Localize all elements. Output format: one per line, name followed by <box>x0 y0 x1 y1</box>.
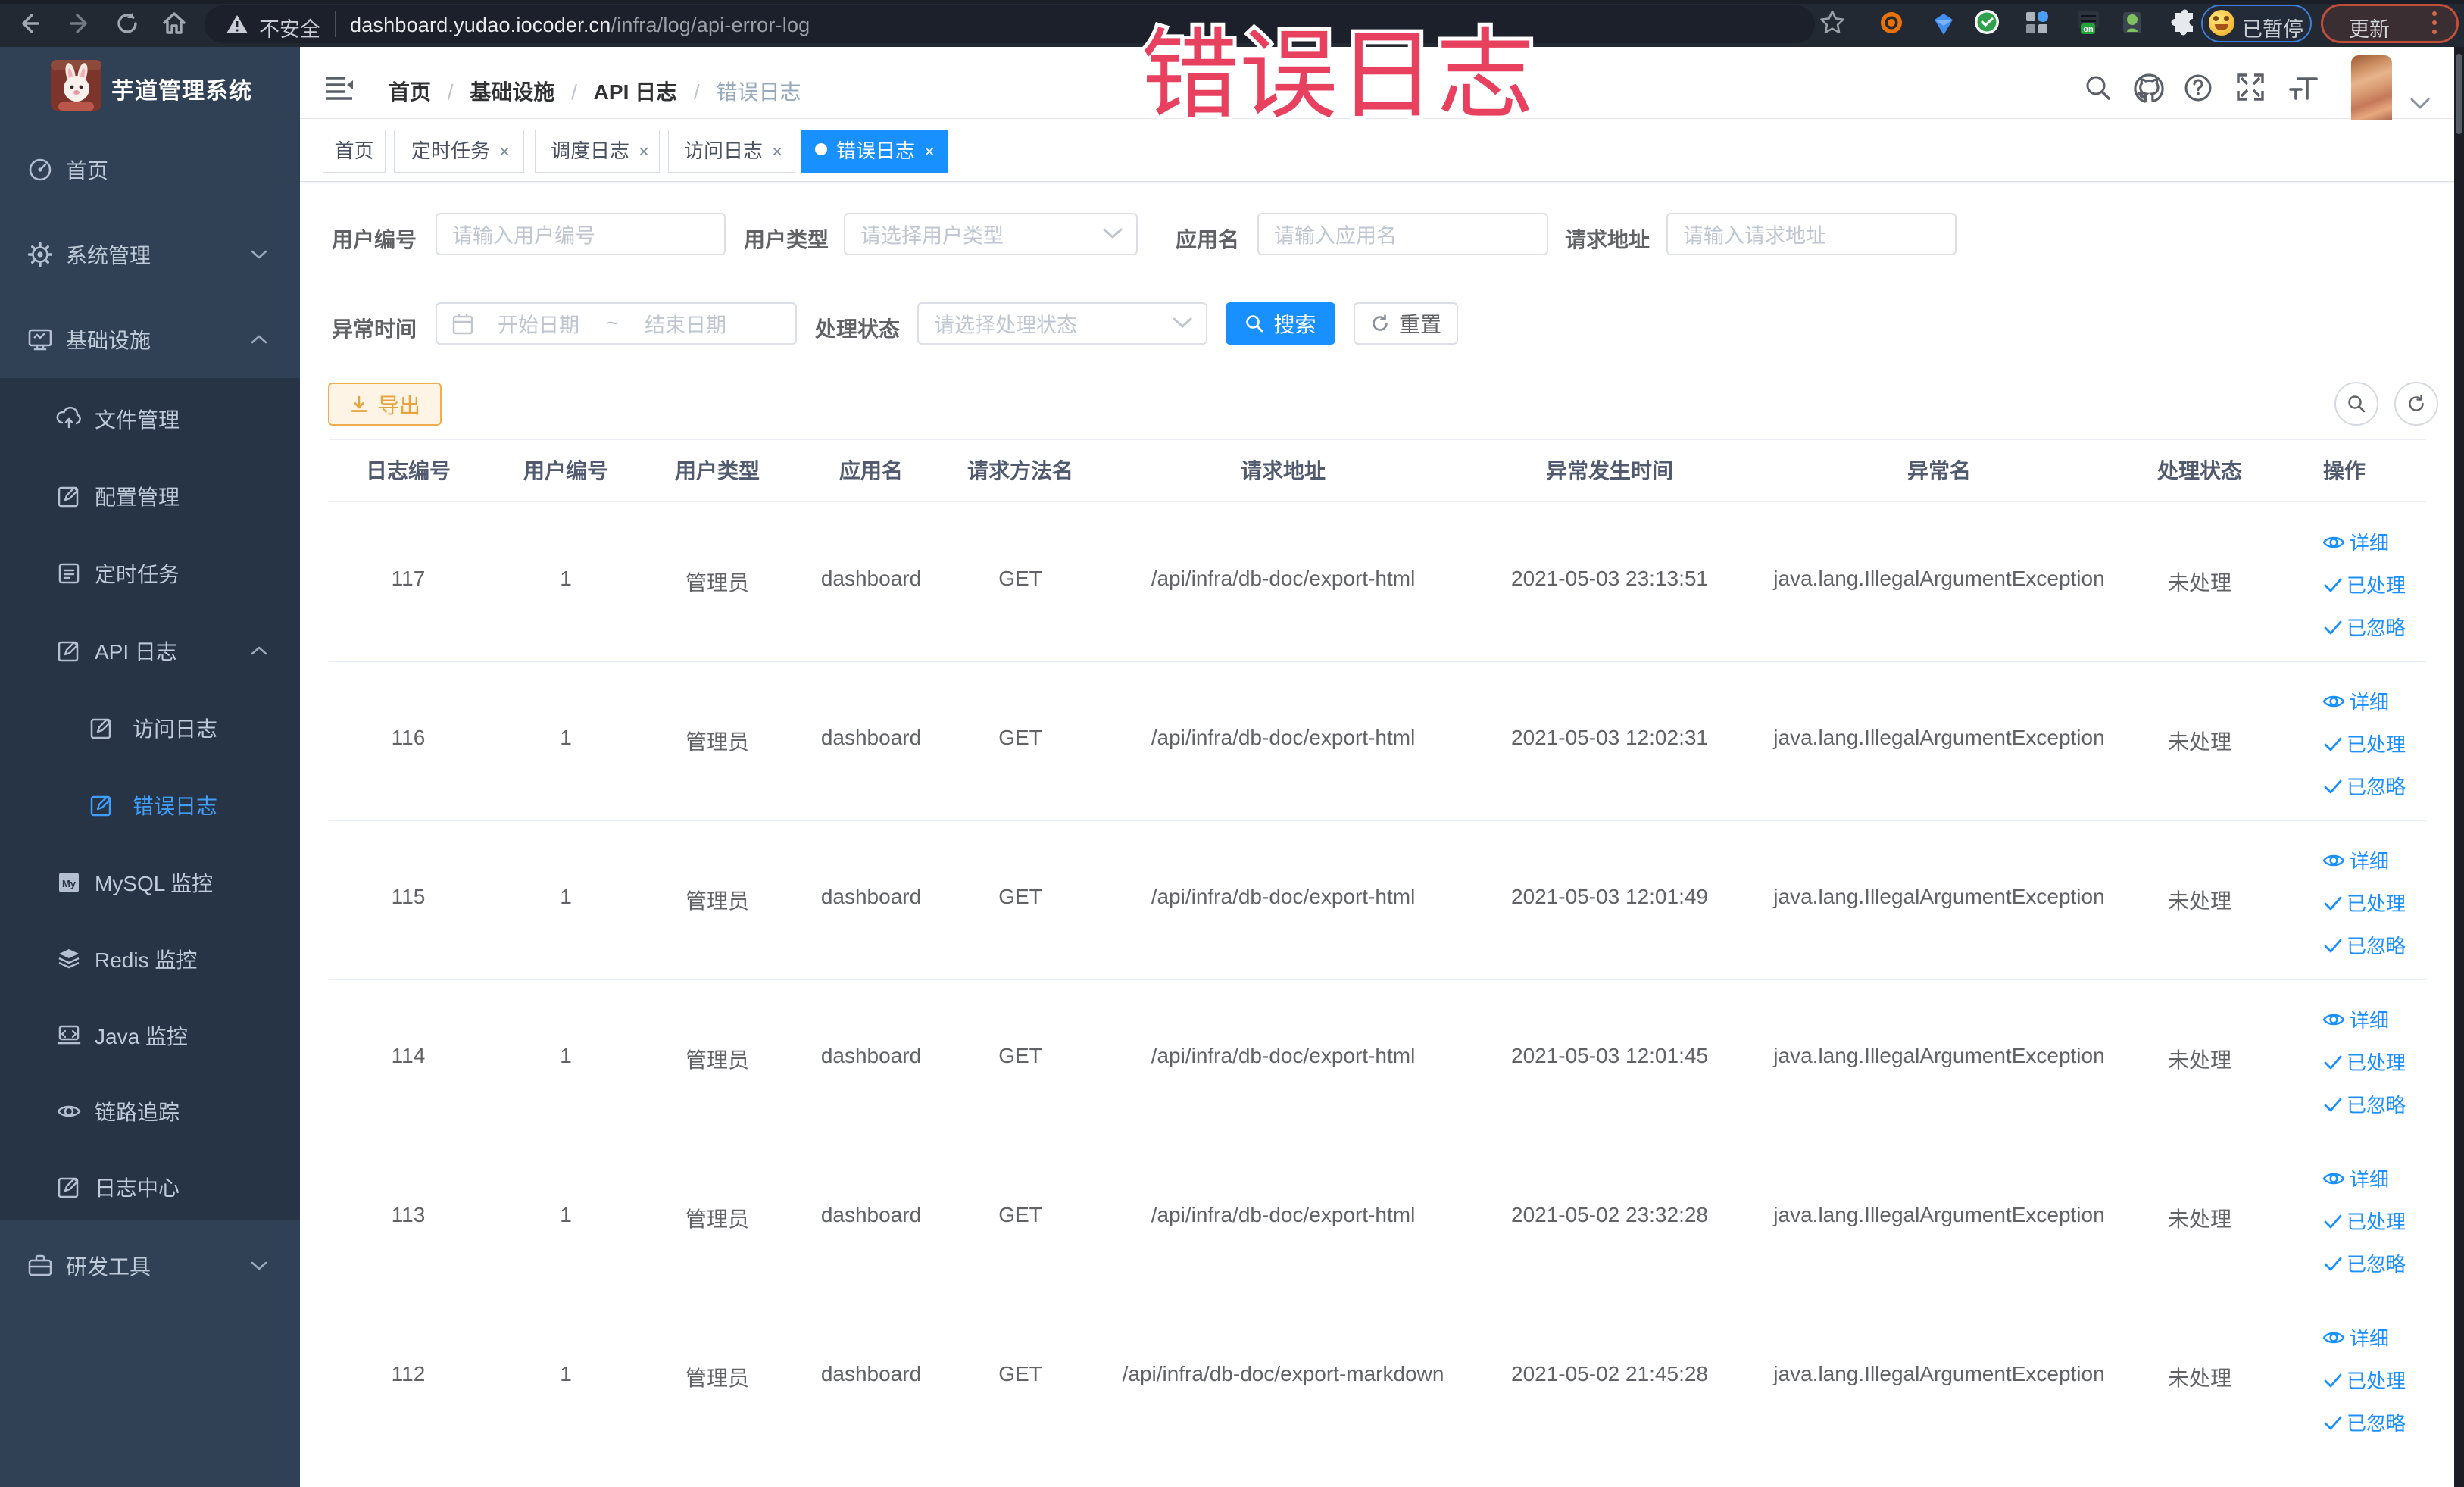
svg-text:on: on <box>2083 25 2094 34</box>
svg-text:错误日志: 错误日志 <box>1141 8 1535 138</box>
svg-text:My: My <box>62 878 77 889</box>
